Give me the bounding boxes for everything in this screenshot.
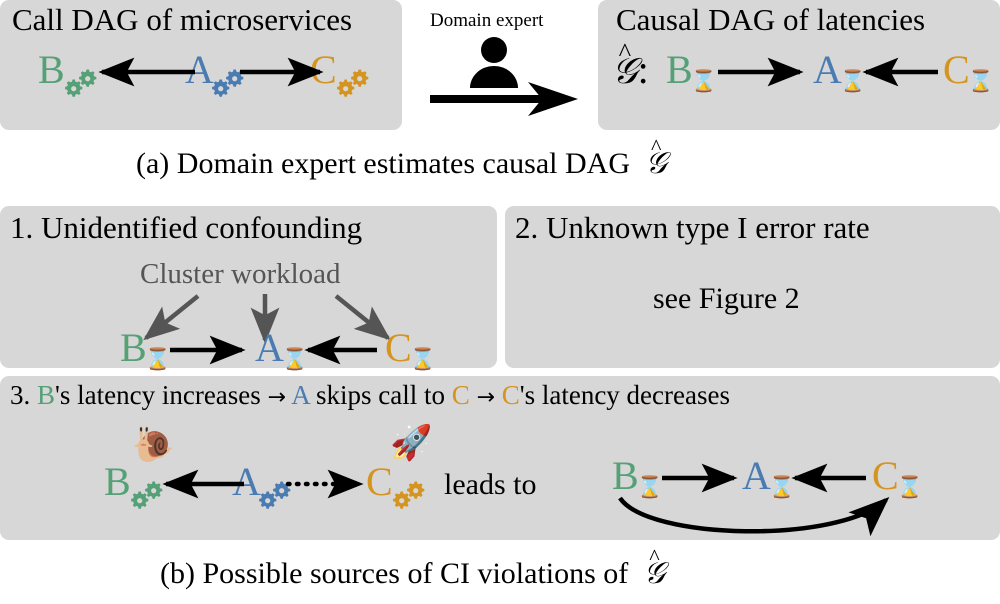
headline-seg1: 's latency increases (55, 380, 261, 410)
node-b-panel1: B⌛ (120, 325, 173, 371)
caption-b-text: (b) Possible sources of CI violations of (160, 557, 629, 590)
headline-b-letter: B (37, 380, 56, 410)
edge-b-to-c-curved (618, 496, 890, 537)
domain-expert-label: Domain expert (430, 10, 544, 31)
panel-call-dag-title: Call DAG of microservices (12, 2, 353, 37)
headline-a-letter: A (291, 380, 310, 410)
graph-symbol-label: ^ 𝒢 : (612, 39, 649, 92)
headline-arrow-2: → (476, 385, 495, 410)
node-c-label: C (943, 47, 970, 92)
panel-2-title: 2. Unknown type I error rate (515, 210, 870, 245)
panel-3-headline: 3. B's latency increases → A skips call … (10, 380, 730, 411)
headline-c-letter-2: C (501, 380, 520, 410)
headline-c-letter: C (451, 380, 470, 410)
node-b-causal: B⌛ (666, 47, 719, 93)
edge-b-to-a-panel3right (662, 463, 738, 493)
edge-a-to-b-panel3 (162, 469, 244, 499)
edge-c-to-a-panel3right (791, 463, 866, 493)
hat-accent: ^ (618, 37, 632, 68)
node-b-label: B (666, 47, 693, 92)
edge-a-to-b (98, 57, 195, 87)
panel-2-body: see Figure 2 (653, 282, 800, 315)
hourglass-icon: ⌛ (967, 69, 994, 93)
node-c-causal: C⌛ (943, 47, 996, 93)
edge-c-to-a-panel1 (304, 335, 377, 365)
hourglass-icon: ⌛ (409, 347, 436, 371)
hourglass-icon: ⌛ (144, 347, 171, 371)
node-b-label: B (38, 47, 65, 92)
expert-arrow-icon (430, 82, 578, 116)
panel-call-dag: Call DAG of microservices B A C (0, 0, 402, 130)
edge-a-to-c (240, 57, 324, 87)
panel-domain-expert: Domain expert (412, 0, 592, 130)
snail-icon: 🐌 (132, 425, 175, 465)
node-b-label: B (120, 325, 147, 370)
caption-b: (b) Possible sources of CI violations of… (160, 544, 665, 591)
panel-unidentified-confounding: 1. Unidentified confounding Cluster work… (0, 206, 497, 371)
panel-unknown-error-rate: 2. Unknown type I error rate see Figure … (505, 206, 1000, 368)
node-b-panel3-left: B (104, 459, 163, 509)
graph-symbol-colon: : (637, 47, 649, 92)
confounder-label: Cluster workload (140, 258, 341, 290)
caption-a-text: (a) Domain expert estimates causal DAG (136, 147, 630, 180)
panel-3-prefix: 3. (10, 380, 31, 410)
headline-seg3: 's latency decreases (519, 380, 730, 410)
node-c-label: C (385, 325, 412, 370)
leads-to-label: leads to (444, 468, 537, 501)
edge-a-to-c-panel3-dotted (285, 469, 364, 499)
node-c-panel1: C⌛ (385, 325, 438, 371)
node-b-call: B (38, 47, 97, 97)
node-a-label: A (813, 47, 842, 92)
hourglass-icon: ⌛ (690, 69, 717, 93)
node-a-label: A (255, 325, 284, 370)
panel-causal-dag: Causal DAG of latencies ^ 𝒢 : B⌛ A⌛ C⌛ (598, 0, 1000, 130)
hat-accent: ^ (650, 134, 662, 160)
hat-accent: ^ (649, 544, 660, 570)
headline-seg2: skips call to (316, 380, 446, 410)
edge-b-to-a (718, 57, 804, 87)
headline-arrow-1: → (267, 385, 286, 410)
rocket-icon: 🚀 (390, 423, 433, 463)
node-b-label: B (104, 459, 131, 504)
panel-1-title: 1. Unidentified confounding (10, 210, 363, 245)
edge-b-to-a-panel1 (170, 335, 246, 365)
panel-latency-cascade: 3. B's latency increases → A skips call … (0, 376, 1000, 540)
node-a-panel1: A⌛ (255, 325, 310, 370)
panel-causal-dag-title: Causal DAG of latencies (616, 2, 926, 37)
caption-a: (a) Domain expert estimates causal DAG ^… (136, 134, 667, 181)
edge-c-to-a (862, 57, 938, 87)
person-icon (470, 37, 518, 88)
